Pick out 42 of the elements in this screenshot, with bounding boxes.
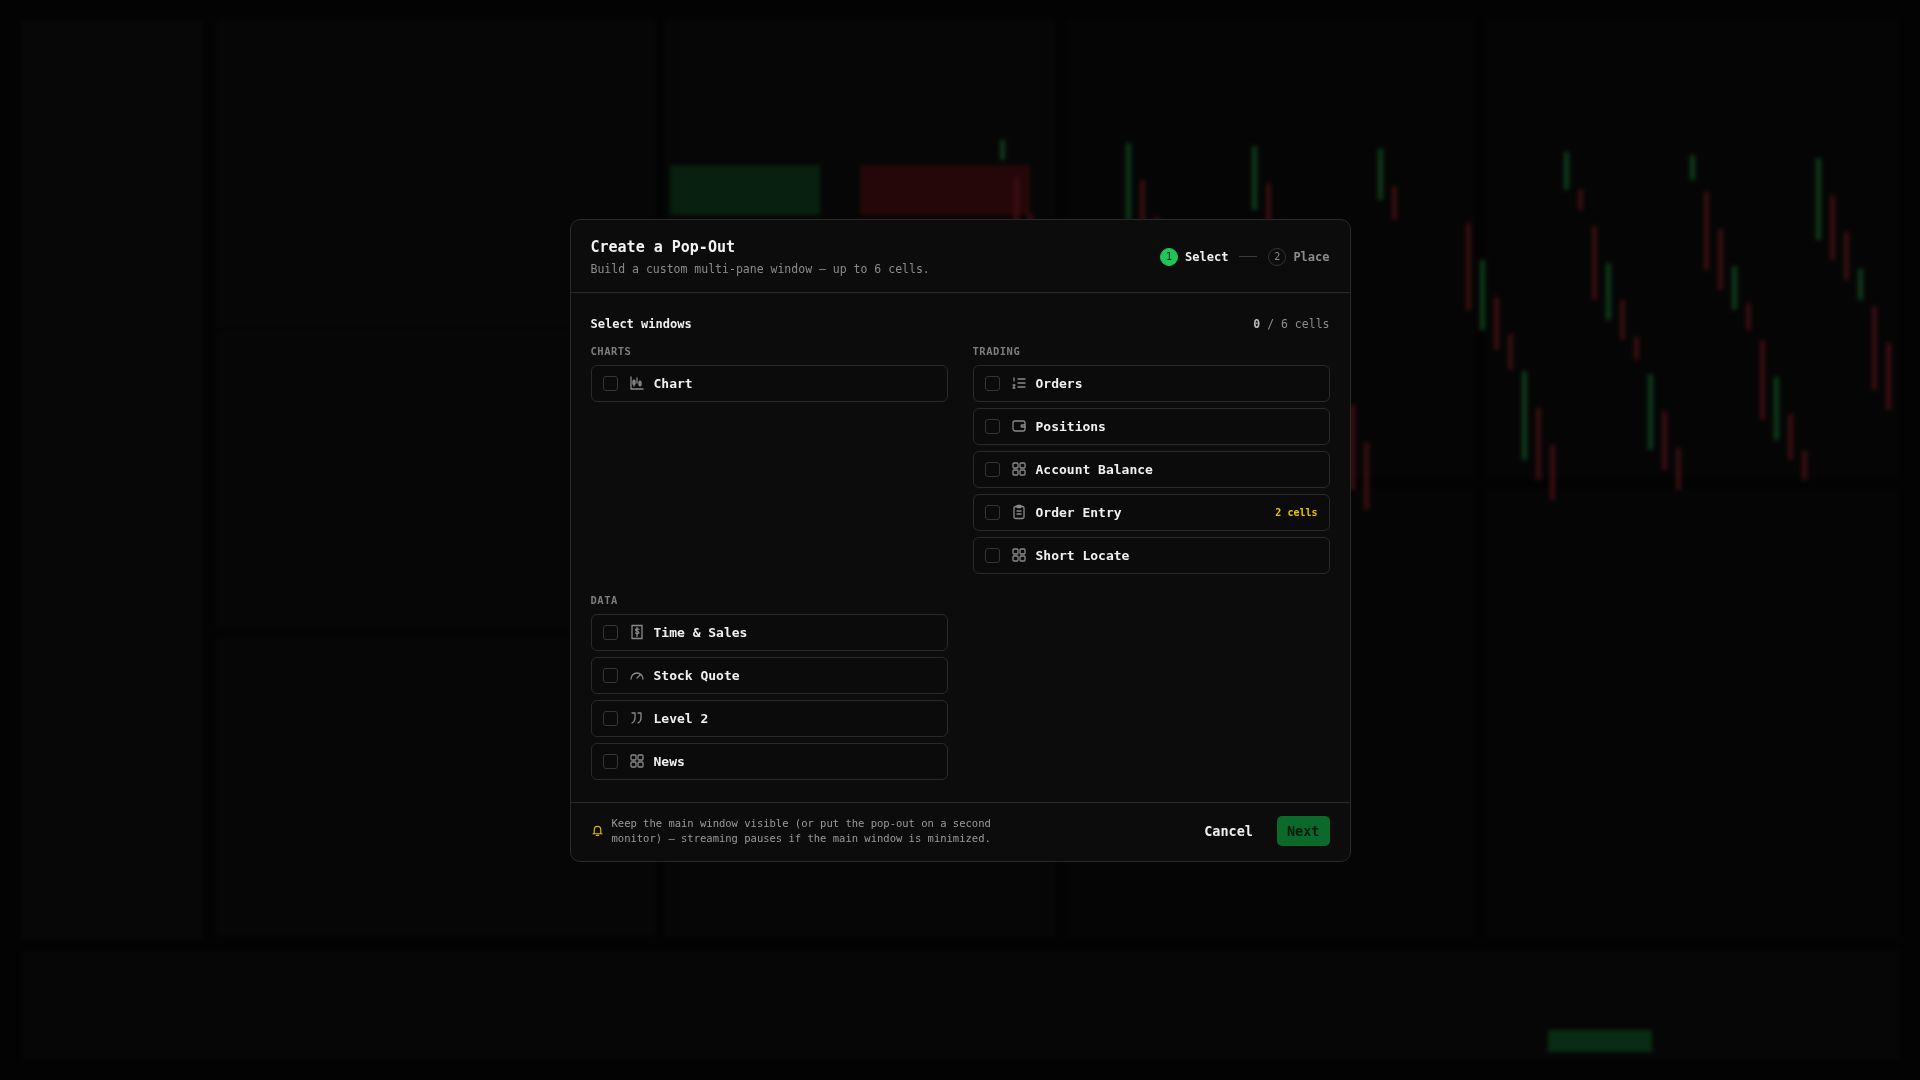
grid-icon [628, 753, 645, 769]
grid-icon [1010, 461, 1027, 477]
window-option[interactable]: Stock Quote [590, 656, 948, 694]
checkbox[interactable] [984, 418, 1000, 434]
note-text: Keep the main window visible (or put the pop-out on a second monitor) — streaming pauses if the main window is minimized. [611, 815, 992, 846]
checkbox[interactable] [602, 710, 618, 726]
window-option[interactable]: News [590, 742, 948, 780]
window-option[interactable]: Account Balance [972, 450, 1330, 488]
checkbox[interactable] [984, 547, 1000, 563]
checkbox[interactable] [984, 504, 1000, 520]
cancel-button[interactable]: Cancel [1194, 815, 1263, 846]
step-label: Select [1185, 249, 1229, 264]
section-title: Select windows [590, 316, 692, 331]
clipboard-icon [1010, 504, 1027, 520]
checkbox[interactable] [602, 753, 618, 769]
candlestick-icon [628, 375, 645, 391]
window-option[interactable]: Order Entry 2 cells [972, 493, 1330, 531]
dialog-title: Create a Pop-Out [590, 237, 736, 256]
checkbox[interactable] [602, 667, 618, 683]
window-option[interactable]: Time & Sales [590, 613, 948, 651]
checkbox[interactable] [602, 624, 618, 640]
step-number: 1 [1160, 247, 1178, 266]
wallet-icon [1010, 418, 1027, 434]
dialog-subtitle: Build a custom multi-pane window — up to 6 cells. [590, 261, 930, 276]
window-option[interactable]: Orders [972, 364, 1330, 402]
step-label: Place [1293, 249, 1330, 264]
cell-count: 0 / 6 cells [1253, 316, 1330, 331]
receipt-icon [628, 624, 645, 640]
grid-icon [1010, 547, 1027, 563]
group-label: DATA [590, 593, 619, 606]
group-label: CHARTS [590, 344, 633, 357]
checkbox[interactable] [984, 375, 1000, 391]
window-option[interactable]: Positions [972, 407, 1330, 445]
group-label: TRADING [972, 344, 1022, 357]
window-option[interactable]: Short Locate [972, 536, 1330, 574]
window-option[interactable]: Level 2 [590, 699, 948, 737]
cell-count-label: 2 cells [1275, 506, 1318, 518]
window-option[interactable]: Chart [590, 364, 948, 402]
checkbox[interactable] [602, 375, 618, 391]
bell-icon [590, 824, 604, 837]
checkbox[interactable] [984, 461, 1000, 477]
numbered-list-icon [1010, 375, 1027, 391]
